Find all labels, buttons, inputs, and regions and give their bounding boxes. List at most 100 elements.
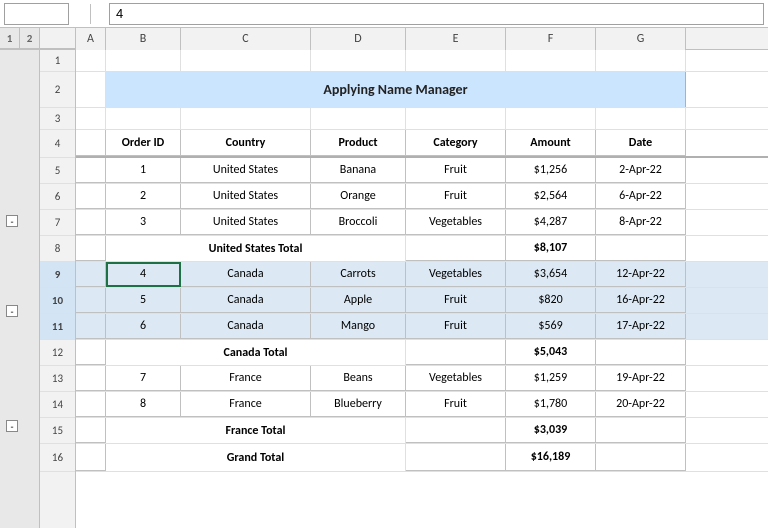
- col-header-d[interactable]: D: [311, 28, 406, 50]
- cell-f-row16[interactable]: $16,189: [506, 444, 596, 471]
- cell-d-row6[interactable]: Orange: [311, 184, 406, 209]
- cell-d-row7[interactable]: Broccoli: [311, 210, 406, 235]
- cell-f-row13[interactable]: $1,259: [506, 366, 596, 391]
- cell-g-row1[interactable]: [596, 50, 686, 71]
- cell-g-row14[interactable]: 20-Apr-22: [596, 392, 686, 417]
- cell-d-row9[interactable]: Carrots: [311, 262, 406, 287]
- cell-c-row6[interactable]: United States: [181, 184, 311, 209]
- cell-g-row15[interactable]: [596, 418, 686, 443]
- cell-a-row12[interactable]: [76, 340, 106, 365]
- cell-e-row14[interactable]: Fruit: [406, 392, 506, 417]
- col-header-f[interactable]: F: [506, 28, 596, 50]
- cell-e-row11[interactable]: Fruit: [406, 314, 506, 339]
- cell-e-row10[interactable]: Fruit: [406, 288, 506, 313]
- cell-c-row14[interactable]: France: [181, 392, 311, 417]
- cell-g-row12[interactable]: [596, 340, 686, 365]
- cell-d-row13[interactable]: Beans: [311, 366, 406, 391]
- cell-reference-box[interactable]: [4, 3, 69, 25]
- col-header-g[interactable]: G: [596, 28, 686, 50]
- cell-d-row14[interactable]: Blueberry: [311, 392, 406, 417]
- cell-f-row4[interactable]: Amount: [506, 130, 596, 156]
- cell-g-row5[interactable]: 2-Apr-22: [596, 158, 686, 183]
- cell-c-row11[interactable]: Canada: [181, 314, 311, 339]
- cell-a-row7[interactable]: [76, 210, 106, 235]
- cell-a-row10[interactable]: [76, 288, 106, 313]
- cell-a-row4[interactable]: [76, 130, 106, 156]
- cell-g-row3[interactable]: [596, 108, 686, 129]
- cell-c-row4[interactable]: Country: [181, 130, 311, 156]
- cell-d-row1[interactable]: [311, 50, 406, 71]
- cell-e-row12[interactable]: [406, 340, 506, 365]
- row-num-6[interactable]: 6: [40, 184, 75, 210]
- col-header-c[interactable]: C: [181, 28, 311, 50]
- cell-e-row1[interactable]: [406, 50, 506, 71]
- row-num-12[interactable]: 12: [40, 340, 75, 366]
- cell-e-row5[interactable]: Fruit: [406, 158, 506, 183]
- outline-level-2-btn[interactable]: 2: [20, 28, 40, 49]
- cell-e-row8[interactable]: [406, 236, 506, 261]
- row-num-7[interactable]: 7: [40, 210, 75, 236]
- cell-f-row8[interactable]: $8,107: [506, 236, 596, 261]
- cell-c-row13[interactable]: France: [181, 366, 311, 391]
- cell-g-row13[interactable]: 19-Apr-22: [596, 366, 686, 391]
- cell-b-row4[interactable]: Order ID: [106, 130, 181, 156]
- cell-c-row7[interactable]: United States: [181, 210, 311, 235]
- cell-e-row4[interactable]: Category: [406, 130, 506, 156]
- cell-c-row9[interactable]: Canada: [181, 262, 311, 287]
- cell-g-row9[interactable]: 12-Apr-22: [596, 262, 686, 287]
- cell-e-row3[interactable]: [406, 108, 506, 129]
- outline-collapse-ca[interactable]: -: [6, 305, 18, 317]
- cell-g-row7[interactable]: 8-Apr-22: [596, 210, 686, 235]
- cell-a-row14[interactable]: [76, 392, 106, 417]
- cell-f-row11[interactable]: $569: [506, 314, 596, 339]
- cell-e-row9[interactable]: Vegetables: [406, 262, 506, 287]
- cell-c-row1[interactable]: [181, 50, 311, 71]
- cell-c-row3[interactable]: [181, 108, 311, 129]
- cell-d-row5[interactable]: Banana: [311, 158, 406, 183]
- cell-d-row11[interactable]: Mango: [311, 314, 406, 339]
- row-num-9[interactable]: 9: [40, 262, 75, 288]
- cell-a-row16[interactable]: [76, 444, 106, 471]
- cell-f-row7[interactable]: $4,287: [506, 210, 596, 235]
- cell-f-row12[interactable]: $5,043: [506, 340, 596, 365]
- row-num-16[interactable]: 16: [40, 444, 75, 472]
- formula-input[interactable]: [109, 3, 764, 25]
- cell-a-row6[interactable]: [76, 184, 106, 209]
- cell-g-row6[interactable]: 6-Apr-22: [596, 184, 686, 209]
- cell-e-row7[interactable]: Vegetables: [406, 210, 506, 235]
- col-header-e[interactable]: E: [406, 28, 506, 50]
- cell-g-row11[interactable]: 17-Apr-22: [596, 314, 686, 339]
- cell-f-row3[interactable]: [506, 108, 596, 129]
- cell-b-row1[interactable]: [106, 50, 181, 71]
- cell-e-row16[interactable]: [406, 444, 506, 471]
- row-num-8[interactable]: 8: [40, 236, 75, 262]
- cell-b-row14[interactable]: 8: [106, 392, 181, 417]
- row-num-15[interactable]: 15: [40, 418, 75, 444]
- row-num-11[interactable]: 11: [40, 314, 75, 340]
- cell-f-row10[interactable]: $820: [506, 288, 596, 313]
- cell-c-row5[interactable]: United States: [181, 158, 311, 183]
- cell-e-row6[interactable]: Fruit: [406, 184, 506, 209]
- cell-b-row6[interactable]: 2: [106, 184, 181, 209]
- row-num-2[interactable]: 2: [40, 72, 75, 108]
- cell-f-row6[interactable]: $2,564: [506, 184, 596, 209]
- row-num-1[interactable]: 1: [40, 50, 75, 72]
- cell-a-row2[interactable]: [76, 72, 106, 107]
- row-num-13[interactable]: 13: [40, 366, 75, 392]
- cell-f-row15[interactable]: $3,039: [506, 418, 596, 443]
- cell-c-row10[interactable]: Canada: [181, 288, 311, 313]
- cell-b-row10[interactable]: 5: [106, 288, 181, 313]
- outline-level-1-btn[interactable]: 1: [0, 28, 20, 49]
- col-header-b[interactable]: B: [106, 28, 181, 50]
- row-num-5[interactable]: 5: [40, 158, 75, 184]
- outline-collapse-fr[interactable]: -: [6, 420, 18, 432]
- cell-a-row1[interactable]: [76, 50, 106, 71]
- cell-g-row10[interactable]: 16-Apr-22: [596, 288, 686, 313]
- cell-a-row3[interactable]: [76, 108, 106, 129]
- cell-b-row7[interactable]: 3: [106, 210, 181, 235]
- cell-a-row9[interactable]: [76, 262, 106, 287]
- cell-a-row11[interactable]: [76, 314, 106, 339]
- row-num-10[interactable]: 10: [40, 288, 75, 314]
- cell-d-row10[interactable]: Apple: [311, 288, 406, 313]
- cell-g-row16[interactable]: [596, 444, 686, 471]
